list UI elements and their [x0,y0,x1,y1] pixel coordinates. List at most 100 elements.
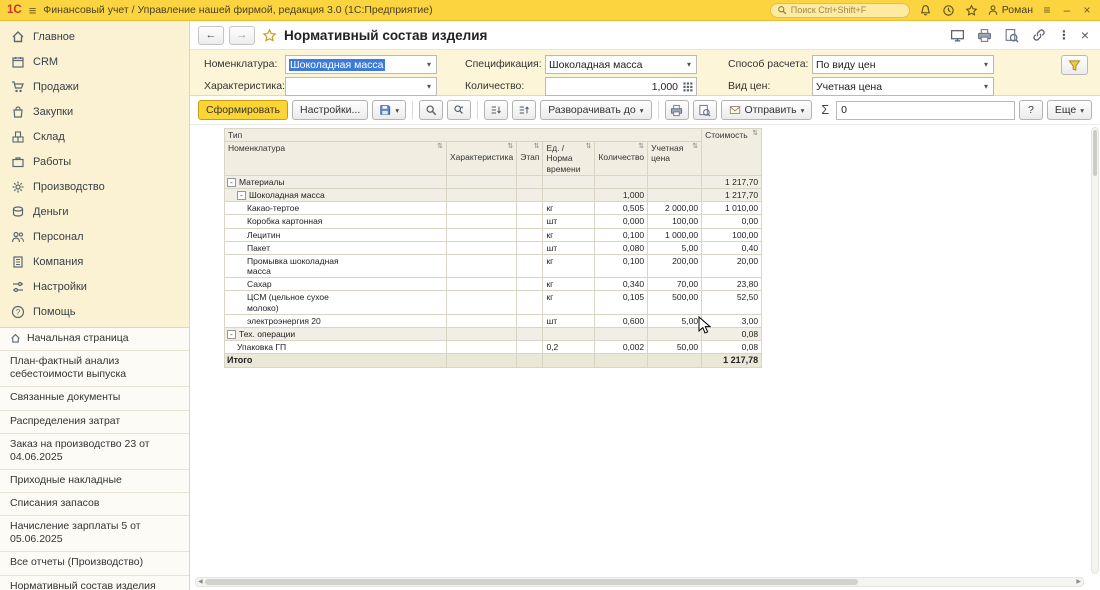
cell-stage[interactable] [516,187,544,203]
cell-cost[interactable]: 0,08 [701,326,763,342]
cell-price[interactable]: 70,00 [647,277,703,292]
cell-price[interactable]: 50,00 [647,340,703,355]
cell-characteristic[interactable] [445,277,518,292]
column-header-quantity[interactable]: ⇅ Количество [594,141,649,176]
sidebar-page-item[interactable]: Приходные накладные [0,470,189,493]
column-header-type[interactable]: Тип [223,127,703,143]
sidebar-page-item[interactable]: Все отчеты (Производство) [0,552,189,576]
sidebar-page-item[interactable]: Связанные документы [0,387,189,411]
cell-stage[interactable] [516,174,544,189]
cell-qty[interactable]: 0,100 [594,227,649,242]
sidebar-section-coins[interactable]: Деньги [0,199,189,224]
global-search-input[interactable]: Поиск Ctrl+Shift+F [769,2,910,18]
cell-cost[interactable]: 1 217,70 [701,174,763,189]
sidebar-section-home[interactable]: Главное [0,24,189,49]
sidebar-page-item[interactable]: План-фактный анализ себестоимости выпуск… [0,351,189,388]
tree-expander-icon[interactable]: - [237,190,246,200]
expand-levels-button[interactable] [484,100,509,120]
scroll-right-icon[interactable]: ▶ [1076,579,1081,585]
cell-unit[interactable]: кг [542,277,596,292]
cell-unit[interactable]: 0,2 [542,340,596,355]
sidebar-page-item[interactable]: Начальная страница [0,328,189,352]
sidebar-section-cart[interactable]: Продажи [0,74,189,99]
tree-expander-icon[interactable]: - [227,177,236,187]
cell-qty[interactable]: 0,100 [594,253,649,279]
cell-qty[interactable]: 0,340 [594,277,649,292]
sidebar-section-bag[interactable]: Закупки [0,99,189,124]
cell-nomenclature[interactable]: Пакет [224,240,447,255]
scrollbar-thumb[interactable] [204,579,859,585]
cell-nomenclature[interactable]: - Тех. операции [224,326,447,342]
table-row-group[interactable]: - Шоколадная масса 1,000 1 217,70 [224,187,763,203]
sidebar-section-boxes[interactable]: Склад [0,124,189,149]
column-header-characteristic[interactable]: ⇅ Характеристика [445,141,518,176]
find-next-button[interactable] [447,100,472,120]
cell-characteristic[interactable] [445,240,518,255]
close-app-button[interactable]: × [1081,3,1093,18]
tree-expander-icon[interactable]: - [227,330,236,339]
table-row-group[interactable]: - Тех. операции 0,08 [224,326,763,342]
cell-cost[interactable]: 1 217,70 [701,187,763,203]
cell-unit[interactable]: кг [542,290,596,315]
cell-qty[interactable]: 0,080 [594,240,649,255]
cell-price[interactable]: 5,00 [647,240,703,255]
column-header-nomenclature[interactable]: ⇅ Номенклатура [224,141,447,176]
column-header-stage[interactable]: ⇅ Этап [516,141,544,176]
print-button[interactable] [664,100,689,120]
minimize-button[interactable]: – [1061,3,1073,18]
cell-cost[interactable]: 0,08 [701,340,763,355]
print-icon[interactable] [977,27,993,43]
cell-characteristic[interactable] [445,214,518,229]
cell-unit[interactable] [542,187,596,203]
cell-stage[interactable] [516,313,544,329]
scroll-left-icon[interactable]: ◀ [198,579,203,585]
cell-characteristic[interactable] [445,201,518,216]
favorite-star-icon[interactable] [262,27,277,43]
main-menu-button[interactable]: ≡ [29,4,37,17]
scrollbar-thumb[interactable] [1093,130,1097,176]
collapse-levels-button[interactable] [512,100,537,120]
cell-cost[interactable]: 100,00 [701,227,763,242]
cell-nomenclature[interactable]: - Материалы [224,174,447,189]
cell-nomenclature[interactable]: электроэнергия 20 [224,313,447,329]
nomenclature-input[interactable]: Шоколадная масса ▾ [285,55,437,74]
cell-nomenclature[interactable]: ЦСМ (цельное сухое молоко) [224,290,447,315]
table-row[interactable]: ЦСМ (цельное сухое молоко) кг 0,105 500,00 5… [224,290,763,315]
cell-qty[interactable]: 0,002 [594,340,649,355]
cell-nomenclature[interactable]: Сахар [224,277,447,292]
monitor-icon[interactable] [950,27,966,43]
link-icon[interactable] [1031,27,1047,43]
cell-cost[interactable]: 1 217,78 [701,353,763,369]
favorites-star-button[interactable] [964,3,979,18]
cell-unit[interactable]: шт [542,214,596,229]
table-row[interactable]: Промывка шоколадная масса кг 0,100 200,00 20… [224,253,763,279]
cell-nomenclature[interactable]: Упаковка ГП [224,340,447,355]
sidebar-page-item[interactable]: Начисление зарплаты 5 от 05.06.2025 [0,516,189,553]
preview-icon[interactable] [1004,27,1020,43]
cell-stage[interactable] [516,201,544,216]
cell-nomenclature[interactable]: Коробка картонная [224,214,447,229]
cell-stage[interactable] [516,340,544,355]
cell-cost[interactable]: 0,40 [701,240,763,255]
cell-price[interactable]: 100,00 [647,214,703,229]
cell-unit[interactable] [542,174,596,189]
dropdown-icon[interactable]: ▾ [682,60,696,69]
cell-nomenclature[interactable]: Лецитин [224,227,447,242]
filter-settings-button[interactable] [1061,55,1088,75]
cell-characteristic[interactable] [445,340,518,355]
cell-unit[interactable] [542,353,596,369]
more-button[interactable]: Еще ▾ [1046,100,1092,120]
table-row[interactable]: Коробка картонная шт 0,000 100,00 0,00 [224,214,763,229]
more-menu-icon[interactable]: ⋮ [1058,28,1070,42]
cell-stage[interactable] [516,240,544,255]
sidebar-page-item[interactable]: Нормативный состав изделия [0,576,189,590]
cell-price[interactable]: 1 000,00 [647,227,703,242]
cell-nomenclature[interactable]: Промывка шоколадная масса [224,253,447,279]
send-button[interactable]: Отправить ▾ [720,100,813,120]
cell-cost[interactable]: 52,50 [701,290,763,315]
cell-unit[interactable]: кг [542,201,596,216]
cell-unit[interactable] [542,326,596,342]
column-header-price[interactable]: ⇅ Учетная цена [647,141,703,176]
cell-qty[interactable] [594,174,649,189]
table-row[interactable]: Какао-тертое кг 0,505 2 000,00 1 010,00 [224,201,763,216]
